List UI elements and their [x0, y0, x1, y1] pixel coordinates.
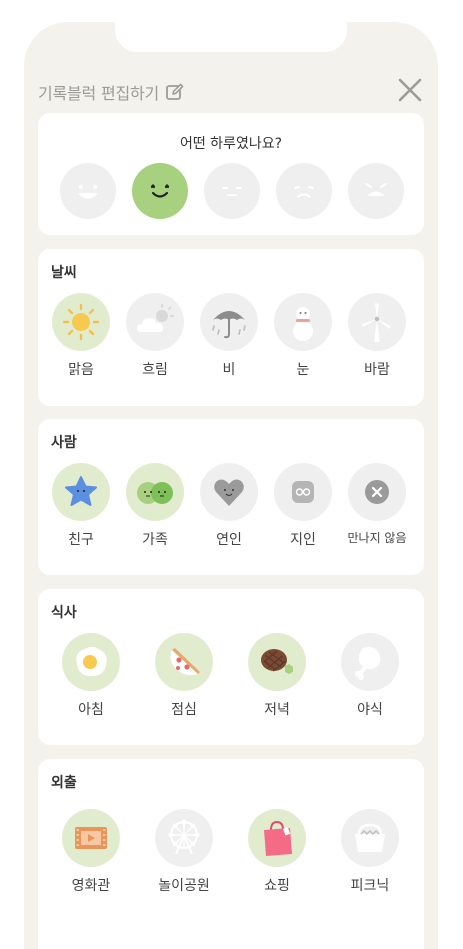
people-label: 지인: [290, 532, 316, 548]
people-title: 사람: [51, 435, 77, 451]
mood-card: 어떤 하루였나요?: [38, 113, 424, 235]
outing-item-shopping[interactable]: 쇼핑: [237, 809, 317, 895]
meal-title: 식사: [51, 605, 77, 621]
meal-item-breakfast[interactable]: 아침: [51, 633, 131, 719]
neutral-face-icon[interactable]: [204, 163, 260, 219]
device-notch: [115, 22, 347, 52]
people-label: 만나지 않음: [347, 531, 407, 545]
weather-item-wind[interactable]: 바람: [337, 293, 417, 379]
smile-face-icon[interactable]: [132, 163, 188, 219]
very-happy-face-icon[interactable]: [60, 163, 116, 219]
star-friend-icon: [52, 463, 110, 521]
outing-item-picnic[interactable]: 피크닉: [330, 809, 410, 895]
x-circle-icon: [348, 463, 406, 521]
sad-face-icon[interactable]: [276, 163, 332, 219]
people-label: 친구: [68, 532, 94, 548]
very-sad-face-icon[interactable]: [348, 163, 404, 219]
meal-card: 식사 아침 점심 저녁 야식: [38, 589, 424, 745]
weather-label: 흐림: [142, 362, 168, 378]
outing-title: 외출: [51, 775, 77, 791]
people-item-lover[interactable]: 연인: [189, 463, 269, 549]
pencil-square-icon[interactable]: [165, 82, 185, 102]
snowman-icon: [274, 293, 332, 351]
sun-icon: [52, 293, 110, 351]
outing-card: 외출 영화관 놀이공원 쇼핑 피크닉: [38, 759, 424, 949]
family-icon: [126, 463, 184, 521]
shopping-bag-icon: [248, 809, 306, 867]
umbrella-rain-icon: [200, 293, 258, 351]
weather-label: 맑음: [68, 362, 94, 378]
outing-item-amusement-park[interactable]: 놀이공원: [144, 809, 224, 895]
people-item-family[interactable]: 가족: [115, 463, 195, 549]
outing-label: 놀이공원: [158, 878, 210, 894]
weather-card: 날씨 맑음 흐림 비 눈 바람: [38, 249, 424, 406]
people-label: 연인: [216, 532, 242, 548]
people-item-acquaintance[interactable]: 지인: [263, 463, 343, 549]
chicken-leg-icon: [341, 633, 399, 691]
meal-label: 야식: [357, 702, 383, 718]
weather-item-snow[interactable]: 눈: [263, 293, 343, 379]
outing-label: 피크닉: [350, 878, 390, 894]
movie-film-icon: [62, 809, 120, 867]
outing-item-movie[interactable]: 영화관: [51, 809, 131, 895]
people-item-none[interactable]: 만나지 않음: [337, 463, 417, 546]
people-label: 가족: [142, 532, 168, 548]
app-screen: 기록블럭 편집하기 어떤 하루였나요? 날씨 맑음 흐림 비 눈 바람 사람 친…: [24, 22, 438, 949]
meal-item-dinner[interactable]: 저녁: [237, 633, 317, 719]
ferris-wheel-icon: [155, 809, 213, 867]
meal-label: 점심: [171, 702, 197, 718]
meal-label: 저녁: [264, 702, 290, 718]
outing-label: 영화관: [71, 878, 111, 894]
picnic-basket-icon: [341, 809, 399, 867]
acquaintance-icon: [274, 463, 332, 521]
header: 기록블럭 편집하기: [38, 76, 424, 108]
meal-item-lunch[interactable]: 점심: [144, 633, 224, 719]
steak-icon: [248, 633, 306, 691]
weather-item-rain[interactable]: 비: [189, 293, 269, 379]
meal-label: 아침: [78, 702, 104, 718]
windmill-icon: [348, 293, 406, 351]
people-card: 사람 친구 가족 연인 지인 만나지 않음: [38, 419, 424, 575]
weather-item-sunny[interactable]: 맑음: [41, 293, 121, 379]
pizza-icon: [155, 633, 213, 691]
mood-question: 어떤 하루였나요?: [179, 136, 283, 152]
heart-icon: [200, 463, 258, 521]
outing-label: 쇼핑: [264, 878, 290, 894]
weather-label: 눈: [296, 362, 310, 378]
meal-item-late-night[interactable]: 야식: [330, 633, 410, 719]
weather-label: 비: [222, 362, 236, 378]
weather-label: 바람: [364, 362, 390, 378]
page-title-text: 기록블럭 편집하기: [38, 84, 160, 103]
weather-item-cloudy[interactable]: 흐림: [115, 293, 195, 379]
weather-title: 날씨: [51, 265, 77, 281]
close-icon[interactable]: [396, 76, 424, 104]
page-title: 기록블럭 편집하기: [38, 80, 185, 104]
people-item-friend[interactable]: 친구: [41, 463, 121, 549]
cloud-sun-icon: [126, 293, 184, 351]
fried-egg-icon: [62, 633, 120, 691]
